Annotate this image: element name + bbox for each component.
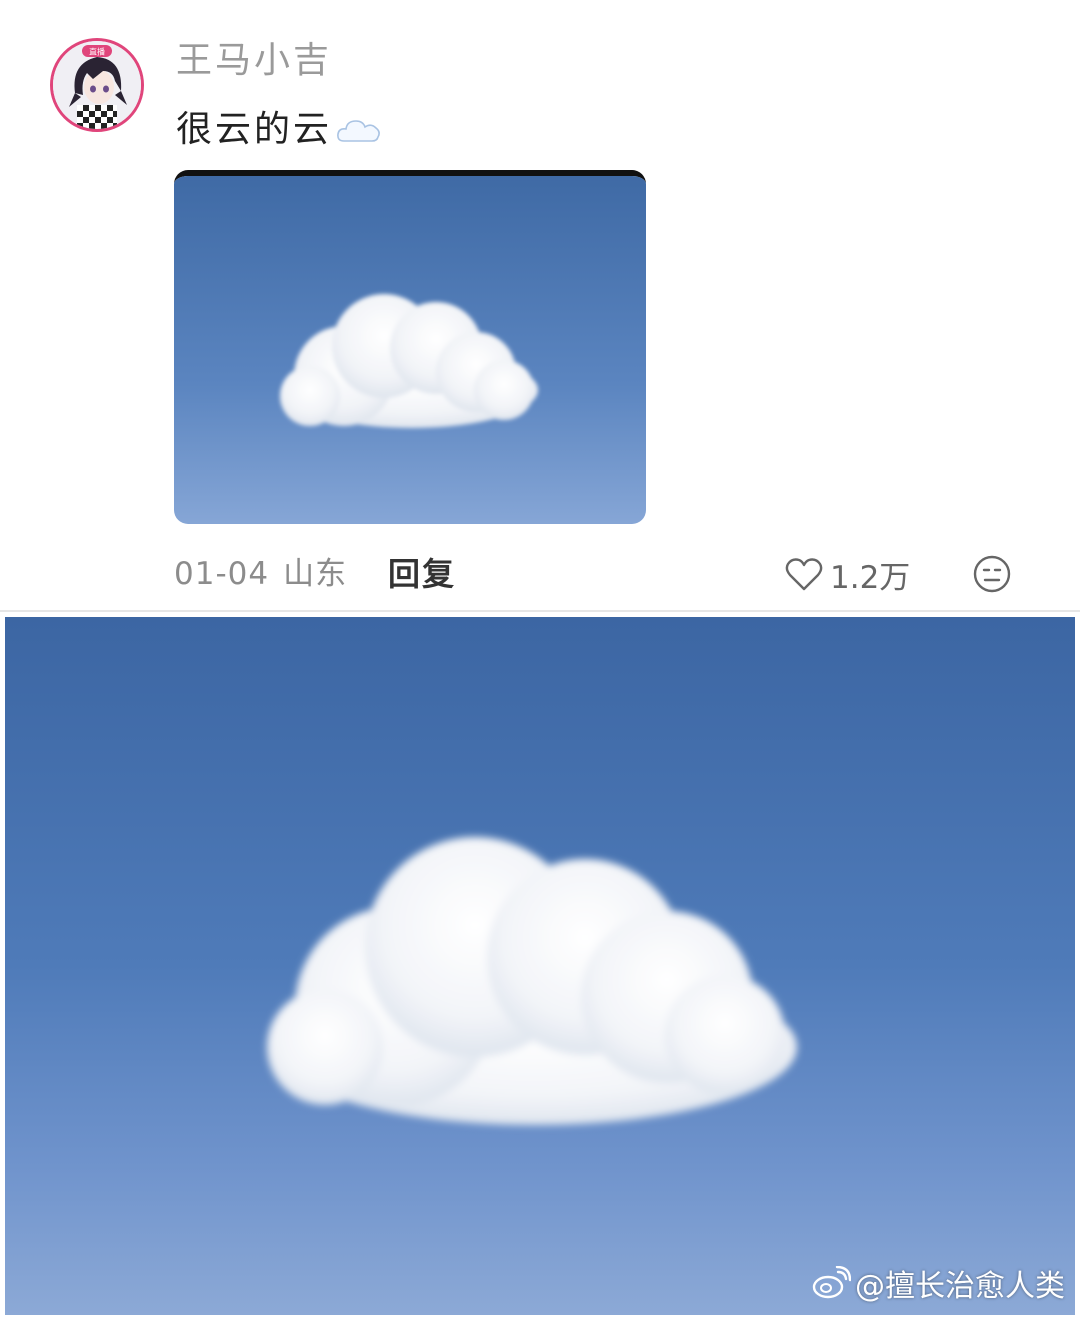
user-avatar[interactable]: 直播	[50, 38, 144, 132]
cloud-photo-large-graphic	[5, 617, 1075, 1315]
reply-button[interactable]: 回复	[388, 552, 456, 596]
post-meta: 01-04 山东	[174, 552, 347, 596]
comment-post: 直播 王马小吉 很云的云 01-04 山东 回复 1.2万	[0, 0, 1080, 612]
cloud-photo-small	[174, 176, 646, 524]
watermark: @擅长治愈人类	[811, 1261, 1065, 1305]
post-text: 很云的云	[176, 109, 333, 150]
like-count: 1.2万	[830, 559, 911, 596]
post-image-thumbnail[interactable]	[174, 170, 646, 524]
watermark-text: @擅长治愈人类	[855, 1269, 1065, 1304]
post-text-row: 很云的云	[176, 106, 382, 154]
weibo-logo-icon	[812, 1266, 851, 1299]
avatar-live-badge: 直播	[89, 47, 105, 57]
section-divider	[0, 610, 1080, 612]
post-location: 山东	[283, 556, 348, 592]
emoji-reaction-icon[interactable]	[972, 554, 1012, 594]
post-date: 01-04	[174, 556, 270, 592]
avatar-illustration: 直播	[53, 41, 141, 129]
heart-icon	[785, 558, 823, 591]
username[interactable]: 王马小吉	[176, 38, 332, 84]
cloud-photo-large: @擅长治愈人类	[5, 617, 1075, 1315]
like-button[interactable]: 1.2万	[784, 552, 910, 596]
cloud-emoji-icon	[337, 120, 380, 142]
